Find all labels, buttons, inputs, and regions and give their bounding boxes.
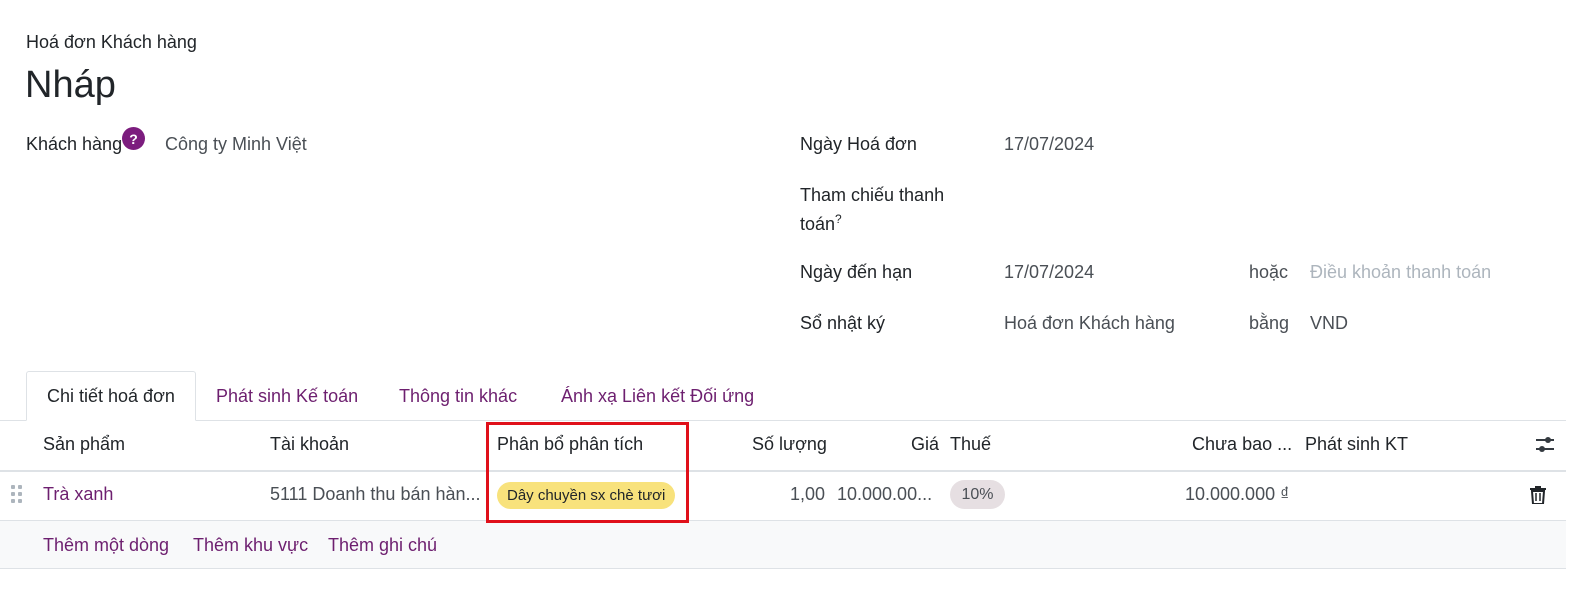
trash-icon[interactable] [1530,486,1546,504]
column-header-subtotal[interactable]: Chưa bao ... [1192,434,1292,455]
highlight-box [486,422,689,523]
or-label: hoặc [1249,262,1289,282]
cell-price[interactable]: 10.000.00... [837,484,932,505]
payment-reference-label: Tham chiếu thanh [800,185,945,205]
journal-field[interactable]: Hoá đơn Khách hàng [1004,313,1175,334]
column-header-entries[interactable]: Phát sinh KT [1305,434,1408,455]
customer-label: Khách hàng [26,134,123,154]
due-date-label: Ngày đến hạn [800,262,913,282]
column-header-quantity[interactable]: Số lượng [752,434,827,455]
payment-reference-field[interactable] [1004,185,1504,211]
add-section-button[interactable]: Thêm khu vực [193,535,308,556]
payment-reference-label-line2: toán? [800,212,842,234]
column-header-account[interactable]: Tài khoản [270,434,349,455]
tax-tag[interactable]: 10% [950,480,1005,509]
drag-handle-icon[interactable] [11,484,23,504]
cell-account[interactable]: 5111 Doanh thu bán hàn... [270,484,481,505]
invoice-date-field[interactable]: 17/07/2024 [1004,134,1094,155]
currency-field[interactable]: VND [1310,313,1348,334]
payment-terms-field[interactable]: Điều khoản thanh toán [1310,262,1491,283]
currency-prefix-label: bằng [1249,313,1290,333]
document-type: Hoá đơn Khách hàng [26,32,197,52]
add-line-button[interactable]: Thêm một dòng [43,535,169,556]
table-header-divider [0,470,1566,472]
cell-product[interactable]: Trà xanh [43,484,113,505]
add-note-button[interactable]: Thêm ghi chú [328,535,437,556]
tab-other-info[interactable]: Thông tin khác [379,371,537,421]
column-header-tax[interactable]: Thuế [950,434,991,455]
page-title: Nháp [25,64,116,106]
column-header-price[interactable]: Giá [911,434,939,455]
help-icon[interactable]: ? [835,212,842,226]
cell-subtotal: 10.000.000 ₫ [1185,484,1290,504]
cell-quantity[interactable]: 1,00 [790,484,825,505]
column-settings-icon[interactable] [1535,436,1555,454]
customer-field[interactable]: Công ty Minh Việt [165,134,307,155]
invoice-date-label: Ngày Hoá đơn [800,134,917,154]
tab-counterpart-mapping[interactable]: Ánh xạ Liên kết Đối ứng [541,371,774,421]
tab-invoice-lines[interactable]: Chi tiết hoá đơn [26,371,196,421]
help-icon[interactable]: ? [122,127,145,150]
journal-label: Sổ nhật ký [800,313,886,333]
due-date-field[interactable]: 17/07/2024 [1004,262,1094,283]
column-header-product[interactable]: Sản phẩm [43,434,125,455]
tab-journal-items[interactable]: Phát sinh Kế toán [196,371,378,421]
